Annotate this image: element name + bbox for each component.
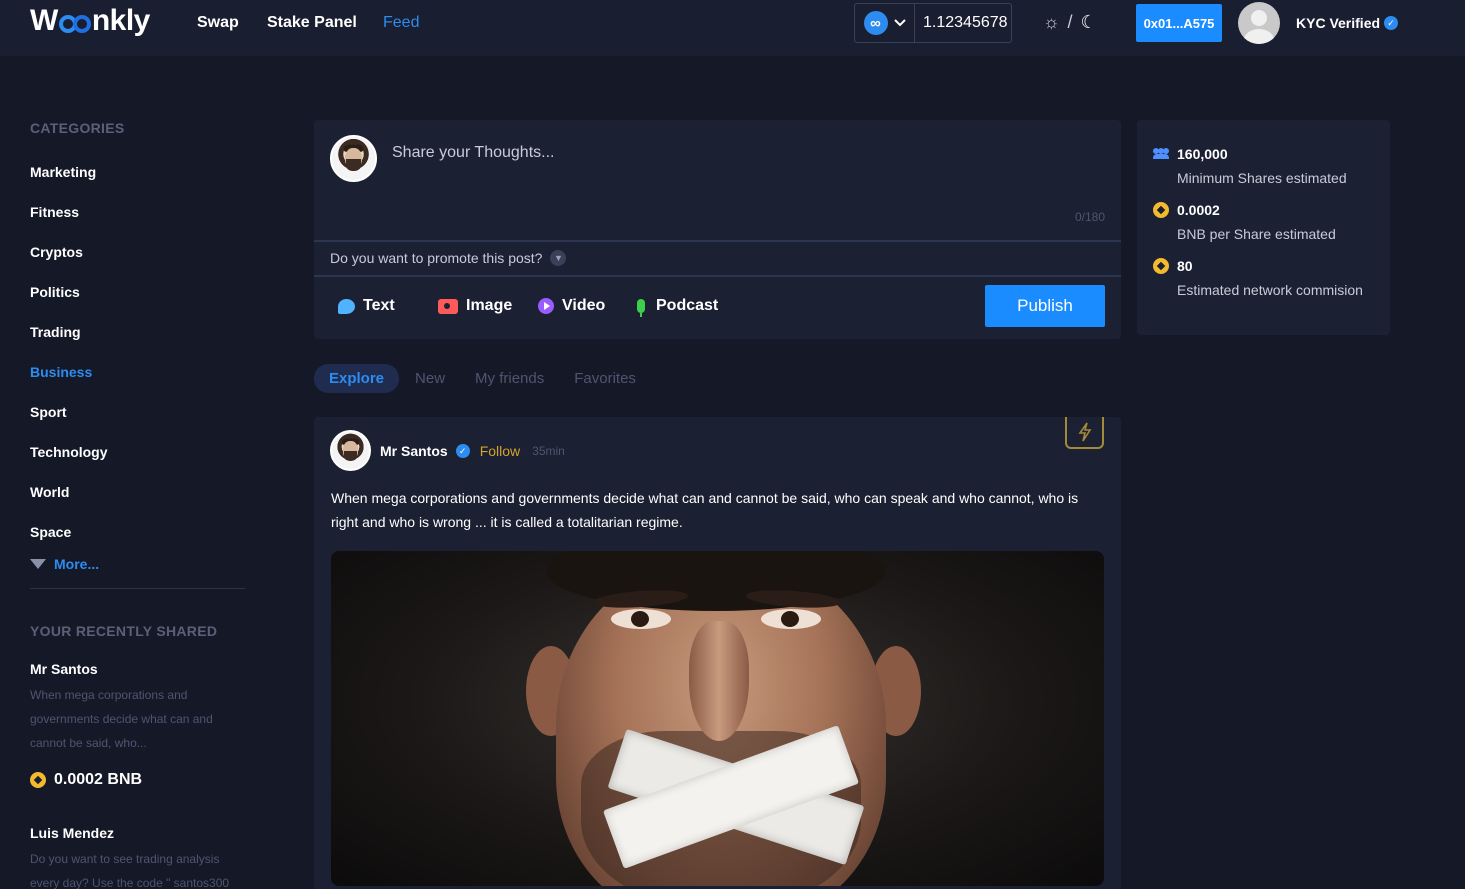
post-type-podcast[interactable]: Podcast: [634, 297, 719, 317]
bnb-icon: [1153, 202, 1169, 218]
more-categories-link[interactable]: More...: [30, 556, 245, 572]
wallet-address-button[interactable]: 0x01...A575: [1136, 4, 1222, 42]
bnb-icon: [1153, 258, 1169, 274]
post-composer: Share your Thoughts... 0/180 Do you want…: [314, 120, 1121, 339]
tab-new[interactable]: New: [415, 370, 445, 387]
chevron-down-icon: ▼: [550, 250, 567, 266]
category-cryptos[interactable]: Cryptos: [30, 244, 245, 284]
kyc-label: KYC Verified: [1296, 15, 1381, 31]
lightning-icon[interactable]: [1065, 417, 1104, 449]
estimate-stats-panel: 160,000 Minimum Shares estimated 0.0002 …: [1137, 120, 1390, 335]
post-type-video[interactable]: Video: [538, 297, 605, 315]
category-sport[interactable]: Sport: [30, 404, 245, 444]
top-navigation-bar: Wnkly Swap Stake Panel Feed ∞ 1.12345678…: [0, 0, 1465, 56]
verified-check-icon: ✓: [1384, 16, 1399, 30]
token-balance-value: 1.12345678: [923, 14, 1008, 31]
moon-icon[interactable]: ☾: [1081, 12, 1097, 33]
nav-swap[interactable]: Swap: [197, 14, 239, 32]
tab-favorites[interactable]: Favorites: [574, 370, 636, 387]
infinity-icon: ∞: [863, 11, 888, 35]
woonkly-logo[interactable]: Wnkly: [30, 4, 150, 38]
recent-share-price-value: 0.0002 BNB: [54, 771, 143, 788]
category-list: Marketing Fitness Cryptos Politics Tradi…: [30, 164, 245, 564]
follow-button[interactable]: Follow: [480, 443, 520, 459]
promote-label: Do you want to promote this post?: [330, 250, 543, 266]
tab-my-friends[interactable]: My friends: [475, 370, 544, 387]
post-timestamp: 35min: [532, 444, 565, 458]
microphone-icon: [637, 299, 645, 317]
category-world[interactable]: World: [30, 484, 245, 524]
nav-feed[interactable]: Feed: [383, 14, 419, 32]
stat-network-commission: 80 Estimated network commision: [1153, 258, 1363, 298]
category-business[interactable]: Business: [30, 364, 245, 404]
post-body-text: When mega corporations and governments d…: [331, 490, 1079, 530]
category-fitness[interactable]: Fitness: [30, 204, 245, 244]
character-counter: 0/180: [1074, 210, 1105, 224]
feed-tabs: Explore New My friends Favorites: [314, 363, 666, 394]
more-label: More...: [54, 556, 100, 572]
stat-value: 0.0002: [1177, 202, 1220, 218]
kyc-status: KYC Verified ✓: [1296, 15, 1399, 31]
recent-share-item[interactable]: Mr Santos When mega corporations and gov…: [30, 661, 245, 789]
post-type-podcast-label: Podcast: [656, 297, 719, 314]
chat-bubble-icon: [338, 298, 355, 314]
feed-post: Mr Santos ✓ Follow 35min When mega corpo…: [314, 417, 1121, 889]
share-thoughts-input[interactable]: Share your Thoughts...: [392, 144, 554, 162]
recent-share-text: When mega corporations and governments d…: [30, 688, 213, 750]
users-icon: [1153, 148, 1169, 160]
category-technology[interactable]: Technology: [30, 444, 245, 484]
composer-avatar[interactable]: [330, 135, 377, 182]
post-type-image-label: Image: [466, 297, 513, 314]
post-type-image[interactable]: Image: [438, 297, 512, 315]
play-icon: [538, 298, 554, 314]
post-header: Mr Santos ✓ Follow 35min: [380, 443, 565, 459]
stat-minimum-shares: 160,000 Minimum Shares estimated: [1153, 146, 1347, 186]
publish-button[interactable]: Publish: [985, 285, 1105, 327]
user-avatar[interactable]: [1238, 2, 1280, 44]
token-balance-box: ∞ 1.12345678: [854, 3, 1012, 43]
stat-value: 80: [1177, 258, 1193, 274]
left-sidebar: CATEGORIES Marketing Fitness Cryptos Pol…: [30, 120, 245, 889]
sun-icon[interactable]: ☼: [1043, 12, 1060, 33]
recently-shared-heading: YOUR RECENTLY SHARED: [30, 623, 218, 639]
camera-icon: [438, 298, 458, 314]
categories-heading: CATEGORIES: [30, 120, 125, 136]
composer-divider: [314, 240, 1121, 242]
chevron-down-icon: [893, 19, 906, 27]
stat-label: BNB per Share estimated: [1177, 226, 1336, 242]
category-marketing[interactable]: Marketing: [30, 164, 245, 204]
sidebar-divider: [30, 588, 245, 589]
recent-share-author: Luis Mendez: [30, 825, 115, 841]
post-author-avatar[interactable]: [330, 430, 371, 471]
post-image[interactable]: [331, 551, 1104, 886]
nav-stake-panel[interactable]: Stake Panel: [267, 14, 357, 32]
category-trading[interactable]: Trading: [30, 324, 245, 364]
stat-value: 160,000: [1177, 146, 1228, 162]
recent-share-price: 0.0002 BNB: [30, 771, 245, 789]
verified-check-icon: ✓: [455, 444, 470, 458]
stat-label: Estimated network commision: [1177, 282, 1363, 298]
composer-divider: [314, 275, 1121, 277]
stat-bnb-per-share: 0.0002 BNB per Share estimated: [1153, 202, 1336, 242]
bnb-icon: [30, 772, 46, 788]
post-author-name[interactable]: Mr Santos: [380, 443, 448, 459]
post-type-text[interactable]: Text: [338, 297, 395, 315]
recent-share-author: Mr Santos: [30, 661, 98, 677]
post-type-video-label: Video: [562, 297, 606, 314]
triangle-down-icon: [30, 559, 46, 569]
stat-label: Minimum Shares estimated: [1177, 170, 1347, 186]
promote-post-toggle[interactable]: Do you want to promote this post? ▼: [330, 250, 567, 266]
token-selector[interactable]: ∞: [855, 4, 915, 42]
tab-explore[interactable]: Explore: [314, 364, 400, 393]
theme-separator: /: [1067, 12, 1073, 32]
theme-toggle[interactable]: ☼ / ☾: [1043, 12, 1097, 33]
post-type-text-label: Text: [363, 297, 395, 314]
recent-share-item[interactable]: Luis Mendez Do you want to see trading a…: [30, 825, 245, 889]
category-politics[interactable]: Politics: [30, 284, 245, 324]
recent-share-text: Do you want to see trading analysis ever…: [30, 852, 230, 889]
